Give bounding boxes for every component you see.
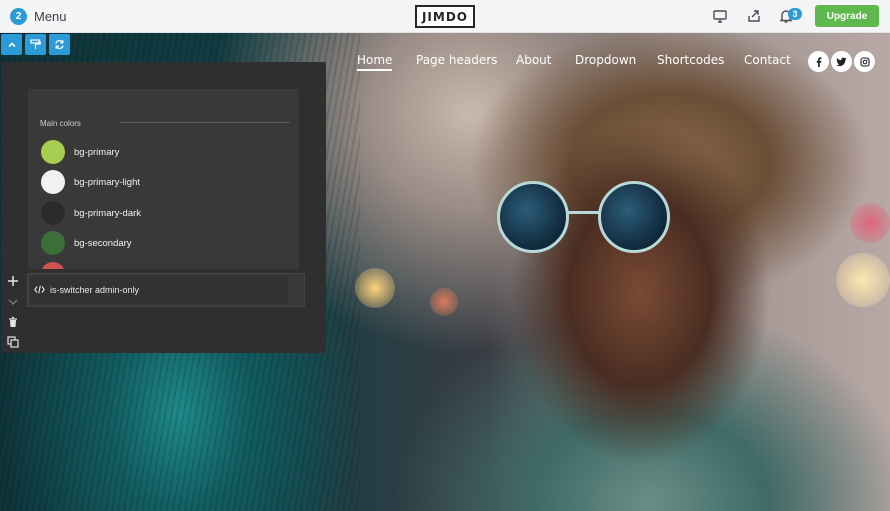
swatch-label: bg-secondary bbox=[74, 237, 132, 249]
swatch-label: bg-primary-light bbox=[74, 176, 140, 188]
sunglasses-lens bbox=[497, 181, 569, 253]
bokeh-light bbox=[355, 268, 395, 308]
desktop-preview-icon[interactable] bbox=[712, 8, 728, 24]
swatch-label: bg-primary bbox=[74, 146, 120, 158]
section-title: Main colors bbox=[40, 119, 81, 128]
color-swatch-bg-primary[interactable]: bg-primary bbox=[41, 140, 119, 164]
color-swatch-partial[interactable] bbox=[41, 262, 65, 269]
nav-about[interactable]: About bbox=[516, 53, 551, 71]
nav-home[interactable]: Home bbox=[357, 53, 393, 71]
bokeh-light bbox=[430, 288, 458, 316]
sunglasses-lens bbox=[598, 181, 670, 253]
plus-icon[interactable] bbox=[6, 274, 20, 288]
upgrade-button[interactable]: Upgrade bbox=[815, 5, 879, 27]
swatch-circle bbox=[41, 201, 65, 225]
bokeh-light bbox=[850, 203, 890, 243]
notification-badge: 3 bbox=[788, 8, 802, 20]
duplicate-icon[interactable] bbox=[6, 335, 20, 349]
chevron-up-icon[interactable] bbox=[1, 34, 22, 55]
trash-icon[interactable] bbox=[6, 315, 20, 329]
paint-roller-icon[interactable] bbox=[25, 34, 46, 55]
menu-count-badge: 2 bbox=[10, 8, 27, 25]
color-swatch-bg-primary-light[interactable]: bg-primary-light bbox=[41, 170, 140, 194]
swatch-circle bbox=[41, 170, 65, 194]
swatch-label: bg-primary-dark bbox=[74, 207, 142, 219]
share-icon[interactable] bbox=[746, 8, 762, 24]
menu-button[interactable]: 2 Menu bbox=[10, 7, 67, 26]
color-swatch-bg-secondary[interactable]: bg-secondary bbox=[41, 231, 132, 255]
color-swatch-bg-primary-dark[interactable]: bg-primary-dark bbox=[41, 201, 141, 225]
nav-contact[interactable]: Contact bbox=[744, 53, 791, 71]
nav-page-headers[interactable]: Page headers bbox=[416, 53, 497, 71]
swatch-circle bbox=[41, 140, 65, 164]
menu-label: Menu bbox=[34, 9, 67, 24]
facebook-icon[interactable] bbox=[808, 51, 829, 72]
element-code-bar[interactable]: is-switcher admin-only bbox=[27, 273, 305, 307]
nav-dropdown[interactable]: Dropdown bbox=[575, 53, 636, 71]
swatch-circle bbox=[41, 262, 65, 269]
element-actions bbox=[1, 268, 25, 353]
refresh-icon[interactable] bbox=[49, 34, 70, 55]
colors-card: Main colors bg-primary bg-primary-light … bbox=[28, 89, 299, 269]
divider bbox=[120, 122, 290, 123]
code-inner: is-switcher admin-only bbox=[30, 276, 288, 304]
code-icon bbox=[34, 281, 45, 299]
chevron-down-icon[interactable] bbox=[6, 295, 20, 309]
admin-bar: 2 Menu JIMDO 3 Upgrade bbox=[0, 0, 890, 33]
nav-shortcodes[interactable]: Shortcodes bbox=[657, 53, 724, 71]
bokeh-light bbox=[836, 253, 890, 307]
code-label: is-switcher admin-only bbox=[50, 285, 140, 295]
twitter-icon[interactable] bbox=[831, 51, 852, 72]
instagram-icon[interactable] bbox=[854, 51, 875, 72]
jimdo-logo[interactable]: JIMDO bbox=[415, 5, 475, 28]
sunglasses-bridge bbox=[568, 211, 601, 214]
swatch-circle bbox=[41, 231, 65, 255]
